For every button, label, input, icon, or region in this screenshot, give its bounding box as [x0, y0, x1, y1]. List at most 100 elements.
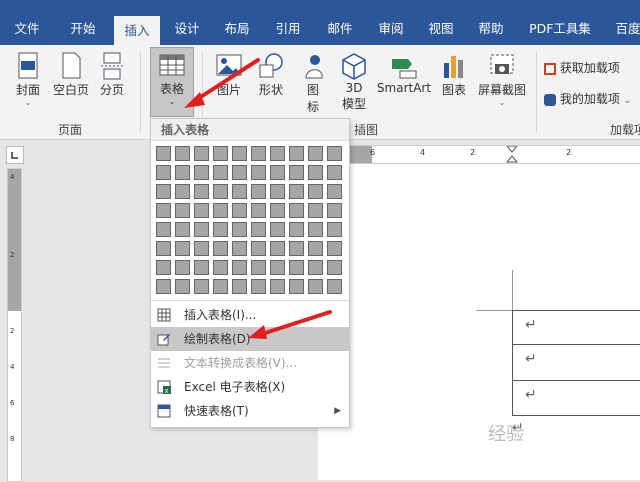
grid-cell[interactable]	[213, 279, 228, 294]
menu-item-excel-spreadsheet[interactable]: x Excel 电子表格(X)	[151, 375, 349, 399]
chart-button[interactable]: 图表	[436, 51, 472, 98]
grid-cell[interactable]	[327, 165, 342, 180]
my-addins-button[interactable]: 我的加载项 ⌄	[544, 90, 640, 107]
tab-layout[interactable]: 布局	[214, 12, 260, 45]
grid-cell[interactable]	[289, 184, 304, 199]
grid-cell[interactable]	[327, 222, 342, 237]
grid-cell[interactable]	[232, 260, 247, 275]
grid-cell[interactable]	[308, 260, 323, 275]
grid-cell[interactable]	[194, 165, 209, 180]
grid-cell[interactable]	[270, 279, 285, 294]
grid-cell[interactable]	[308, 165, 323, 180]
grid-cell[interactable]	[156, 222, 171, 237]
grid-cell[interactable]	[213, 184, 228, 199]
grid-cell[interactable]	[327, 260, 342, 275]
blank-page-button[interactable]: 空白页	[50, 51, 92, 98]
grid-cell[interactable]	[289, 241, 304, 256]
grid-cell[interactable]	[175, 165, 190, 180]
grid-cell[interactable]	[289, 260, 304, 275]
cover-page-button[interactable]: 封面 ⌄	[10, 51, 46, 107]
grid-cell[interactable]	[270, 222, 285, 237]
tab-references[interactable]: 引用	[265, 12, 311, 45]
grid-cell[interactable]	[213, 260, 228, 275]
horizontal-ruler[interactable]: 6 4 2 2	[340, 145, 640, 164]
grid-cell[interactable]	[308, 146, 323, 161]
grid-cell[interactable]	[308, 279, 323, 294]
grid-cell[interactable]	[156, 184, 171, 199]
grid-cell[interactable]	[251, 222, 266, 237]
grid-cell[interactable]	[251, 184, 266, 199]
tab-view[interactable]: 视图	[418, 12, 464, 45]
menu-item-draw-table[interactable]: 绘制表格(D)	[151, 327, 349, 351]
grid-cell[interactable]	[175, 241, 190, 256]
grid-cell[interactable]	[156, 203, 171, 218]
grid-cell[interactable]	[213, 222, 228, 237]
grid-cell[interactable]	[156, 146, 171, 161]
grid-cell[interactable]	[270, 165, 285, 180]
grid-cell[interactable]	[308, 203, 323, 218]
grid-cell[interactable]	[270, 260, 285, 275]
grid-cell[interactable]	[308, 222, 323, 237]
menu-item-insert-table[interactable]: 插入表格(I)...	[151, 303, 349, 327]
grid-cell[interactable]	[327, 146, 342, 161]
tab-insert[interactable]: 插入	[114, 16, 160, 45]
grid-cell[interactable]	[270, 241, 285, 256]
grid-cell[interactable]	[156, 279, 171, 294]
grid-cell[interactable]	[194, 279, 209, 294]
grid-cell[interactable]	[194, 184, 209, 199]
grid-cell[interactable]	[175, 279, 190, 294]
grid-cell[interactable]	[156, 165, 171, 180]
tab-review[interactable]: 审阅	[368, 12, 414, 45]
shapes-button[interactable]: 形状	[252, 51, 290, 98]
grid-cell[interactable]	[251, 203, 266, 218]
grid-cell[interactable]	[232, 241, 247, 256]
grid-cell[interactable]	[270, 203, 285, 218]
grid-cell[interactable]	[213, 146, 228, 161]
tab-mailings[interactable]: 邮件	[317, 12, 363, 45]
grid-cell[interactable]	[251, 260, 266, 275]
grid-cell[interactable]	[251, 146, 266, 161]
tab-pdf-tools[interactable]: PDF工具集	[526, 12, 594, 45]
grid-cell[interactable]	[251, 241, 266, 256]
grid-cell[interactable]	[232, 222, 247, 237]
grid-cell[interactable]	[327, 279, 342, 294]
grid-cell[interactable]	[194, 203, 209, 218]
grid-cell[interactable]	[213, 165, 228, 180]
grid-cell[interactable]	[289, 222, 304, 237]
grid-cell[interactable]	[327, 241, 342, 256]
table-cell[interactable]: ↵	[512, 380, 640, 416]
vertical-ruler[interactable]: 4 2 2 4 6 8	[7, 168, 22, 482]
table-button[interactable]: 表格 ⌄	[150, 47, 194, 117]
get-addins-button[interactable]: 获取加载项	[544, 59, 640, 76]
grid-cell[interactable]	[156, 241, 171, 256]
grid-cell[interactable]	[327, 184, 342, 199]
grid-cell[interactable]	[270, 146, 285, 161]
grid-cell[interactable]	[270, 184, 285, 199]
grid-cell[interactable]	[194, 146, 209, 161]
3d-models-button[interactable]: 3D 模型	[336, 51, 372, 112]
grid-cell[interactable]	[213, 203, 228, 218]
icons-button[interactable]: 图 标	[296, 51, 330, 115]
grid-cell[interactable]	[289, 279, 304, 294]
tab-home[interactable]: 开始	[60, 12, 106, 45]
grid-cell[interactable]	[232, 279, 247, 294]
grid-cell[interactable]	[232, 184, 247, 199]
tab-file[interactable]: 文件	[4, 12, 50, 45]
tab-help[interactable]: 帮助	[468, 12, 514, 45]
grid-cell[interactable]	[308, 184, 323, 199]
grid-cell[interactable]	[251, 279, 266, 294]
grid-cell[interactable]	[232, 165, 247, 180]
grid-cell[interactable]	[327, 203, 342, 218]
grid-cell[interactable]	[308, 241, 323, 256]
grid-cell[interactable]	[175, 222, 190, 237]
grid-cell[interactable]	[289, 165, 304, 180]
grid-cell[interactable]	[251, 165, 266, 180]
grid-cell[interactable]	[232, 146, 247, 161]
menu-item-quick-tables[interactable]: 快速表格(T) ▶	[151, 399, 349, 423]
smartart-button[interactable]: SmartArt	[376, 51, 432, 95]
page-break-button[interactable]: 分页	[94, 51, 130, 98]
grid-cell[interactable]	[175, 184, 190, 199]
grid-cell[interactable]	[194, 222, 209, 237]
grid-cell[interactable]	[175, 260, 190, 275]
grid-cell[interactable]	[289, 203, 304, 218]
